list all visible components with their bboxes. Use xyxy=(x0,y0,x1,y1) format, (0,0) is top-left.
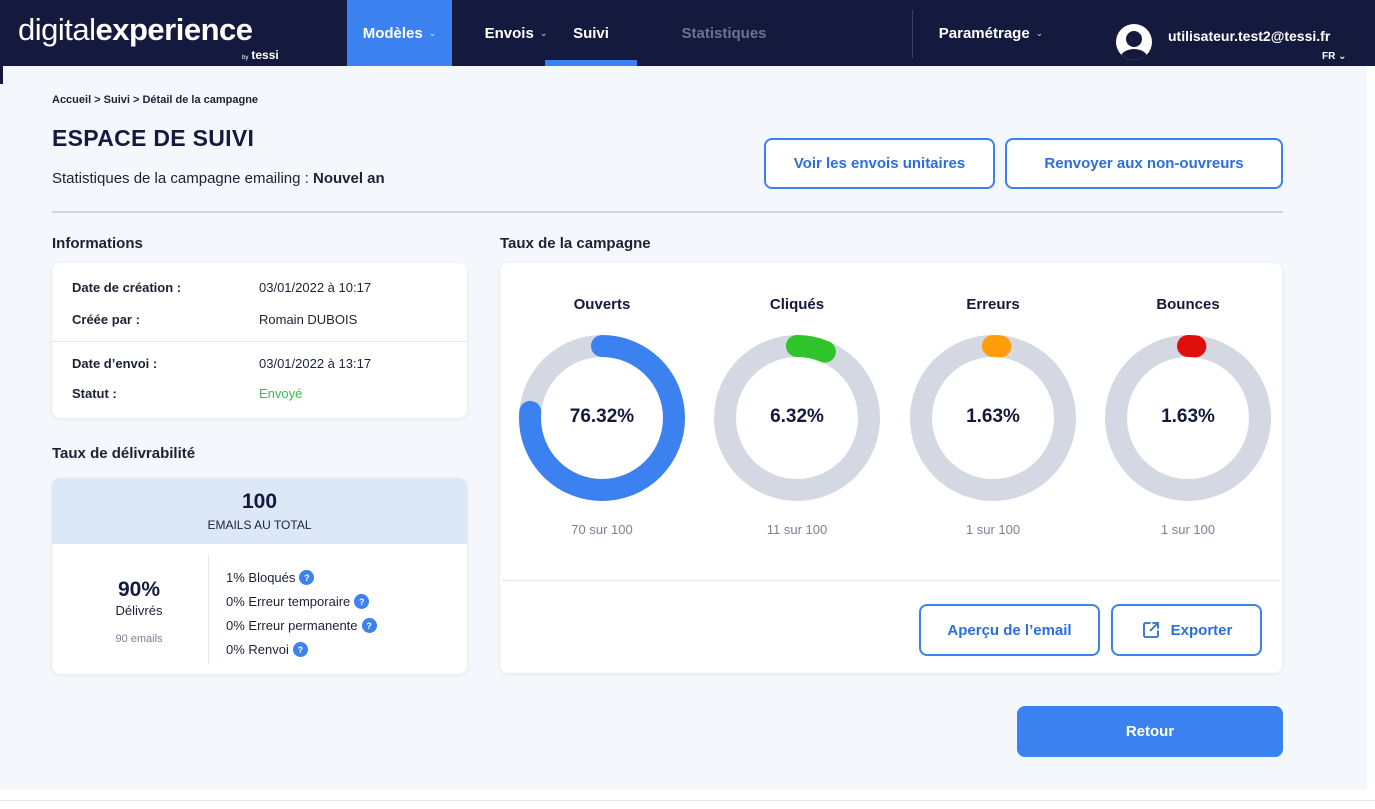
info-label-status: Statut : xyxy=(72,386,117,401)
nav-divider xyxy=(912,10,913,58)
rate-title-bounces: Bounces xyxy=(1156,296,1220,313)
chevron-down-icon: ⌄ xyxy=(1338,51,1347,62)
info-divider xyxy=(52,341,467,342)
list-item: 0% Erreur permanente? xyxy=(226,618,377,633)
left-edge-bar xyxy=(0,66,3,84)
list-item: 0% Renvoi? xyxy=(226,642,308,657)
nav-item-statistiques[interactable]: Statistiques xyxy=(668,0,780,66)
chevron-down-icon: ⌄ xyxy=(428,27,437,38)
info-label-created-by: Créée par : xyxy=(72,312,140,327)
logo-subtitle: by tessi xyxy=(242,48,279,62)
info-label-creation-date: Date de création : xyxy=(72,280,182,295)
rate-count-bounces: 1 sur 100 xyxy=(1160,522,1216,537)
page-subtitle: Statistiques de la campagne emailing : N… xyxy=(52,170,385,187)
info-label-send-date: Date d’envoi : xyxy=(72,356,158,371)
campaign-name: Nouvel an xyxy=(312,170,385,187)
rate-title-errors: Erreurs xyxy=(966,296,1020,313)
external-link-icon xyxy=(1142,622,1159,638)
export-button[interactable]: Exporter xyxy=(1111,604,1262,656)
help-icon[interactable]: ? xyxy=(292,642,308,657)
user-email[interactable]: utilisateur.test2@tessi.fr xyxy=(1168,28,1330,44)
top-navbar: digitalexperience by tessi Modèles ⌄ Envoi… xyxy=(0,0,1375,66)
chevron-down-icon: ⌄ xyxy=(1035,27,1044,38)
informations-card: Date de création : 03/01/2022 à 10:17 Cr… xyxy=(52,263,467,418)
breadcrumb[interactable]: Accueil > Suivi > Détail de la campagne xyxy=(52,94,258,106)
status-badge: Envoyé xyxy=(259,386,303,401)
help-icon[interactable]: ? xyxy=(354,594,370,609)
rate-value-opens: 76.32% xyxy=(569,406,635,427)
list-item: 0% Erreur temporaire? xyxy=(226,594,370,609)
total-emails-value: 100 xyxy=(241,490,278,513)
campaign-rates-title: Taux de la campagne xyxy=(500,235,651,252)
total-emails-label: EMAILS AU TOTAL xyxy=(207,518,312,532)
informations-title: Informations xyxy=(52,235,143,252)
help-icon[interactable]: ? xyxy=(361,618,377,633)
rate-value-clicks: 6.32% xyxy=(770,406,824,427)
deliverability-card: 100 EMAILS AU TOTAL 90% Délivrés 90 emai… xyxy=(52,478,467,674)
info-value-send-date: 03/01/2022 à 13:17 xyxy=(259,356,372,371)
rate-title-clicks: Cliqués xyxy=(769,296,825,313)
rate-value-errors: 1.63% xyxy=(966,406,1020,427)
footer-divider xyxy=(0,800,1375,801)
header-divider xyxy=(52,211,1283,213)
back-button[interactable]: Retour xyxy=(1017,706,1283,757)
rate-count-clicks: 11 sur 100 xyxy=(766,522,828,537)
deliverability-divider xyxy=(208,554,209,664)
user-avatar-icon[interactable] xyxy=(1116,24,1152,60)
language-selector[interactable]: FR ⌄ xyxy=(1322,51,1347,62)
nav-item-parametrage[interactable]: Paramétrage ⌄ xyxy=(926,0,1056,66)
rate-title-opens: Ouverts xyxy=(573,296,631,313)
info-value-creation-date: 03/01/2022 à 10:17 xyxy=(259,280,372,295)
delivered-count: 90 emails xyxy=(115,633,163,645)
rates-divider xyxy=(502,580,1280,581)
nav-item-modeles[interactable]: Modèles ⌄ xyxy=(347,0,452,66)
nav-item-suivi[interactable]: Suivi xyxy=(545,0,637,66)
resend-non-openers-button[interactable]: Renvoyer aux non-ouvreurs xyxy=(1005,138,1283,189)
info-value-created-by: Romain DUBOIS xyxy=(259,312,358,327)
list-item: 1% Bloqués? xyxy=(226,570,315,585)
campaign-rates-card: Ouverts 76.32% 70 sur 100 Cliqués 6.32% … xyxy=(500,263,1282,673)
deliverability-title: Taux de délivrabilité xyxy=(52,445,196,462)
delivered-label: Délivrés xyxy=(115,603,163,618)
email-preview-button[interactable]: Aperçu de l’email xyxy=(919,604,1100,656)
rate-count-opens: 70 sur 100 xyxy=(571,522,633,537)
rate-value-bounces: 1.63% xyxy=(1161,406,1215,427)
page-title: ESPACE DE SUIVI xyxy=(52,125,255,151)
help-icon[interactable]: ? xyxy=(299,570,315,585)
view-unit-sends-button[interactable]: Voir les envois unitaires xyxy=(764,138,995,189)
delivered-percent: 90% xyxy=(117,578,161,601)
rate-count-errors: 1 sur 100 xyxy=(965,522,1021,537)
app-logo[interactable]: digitalexperience xyxy=(18,12,253,48)
